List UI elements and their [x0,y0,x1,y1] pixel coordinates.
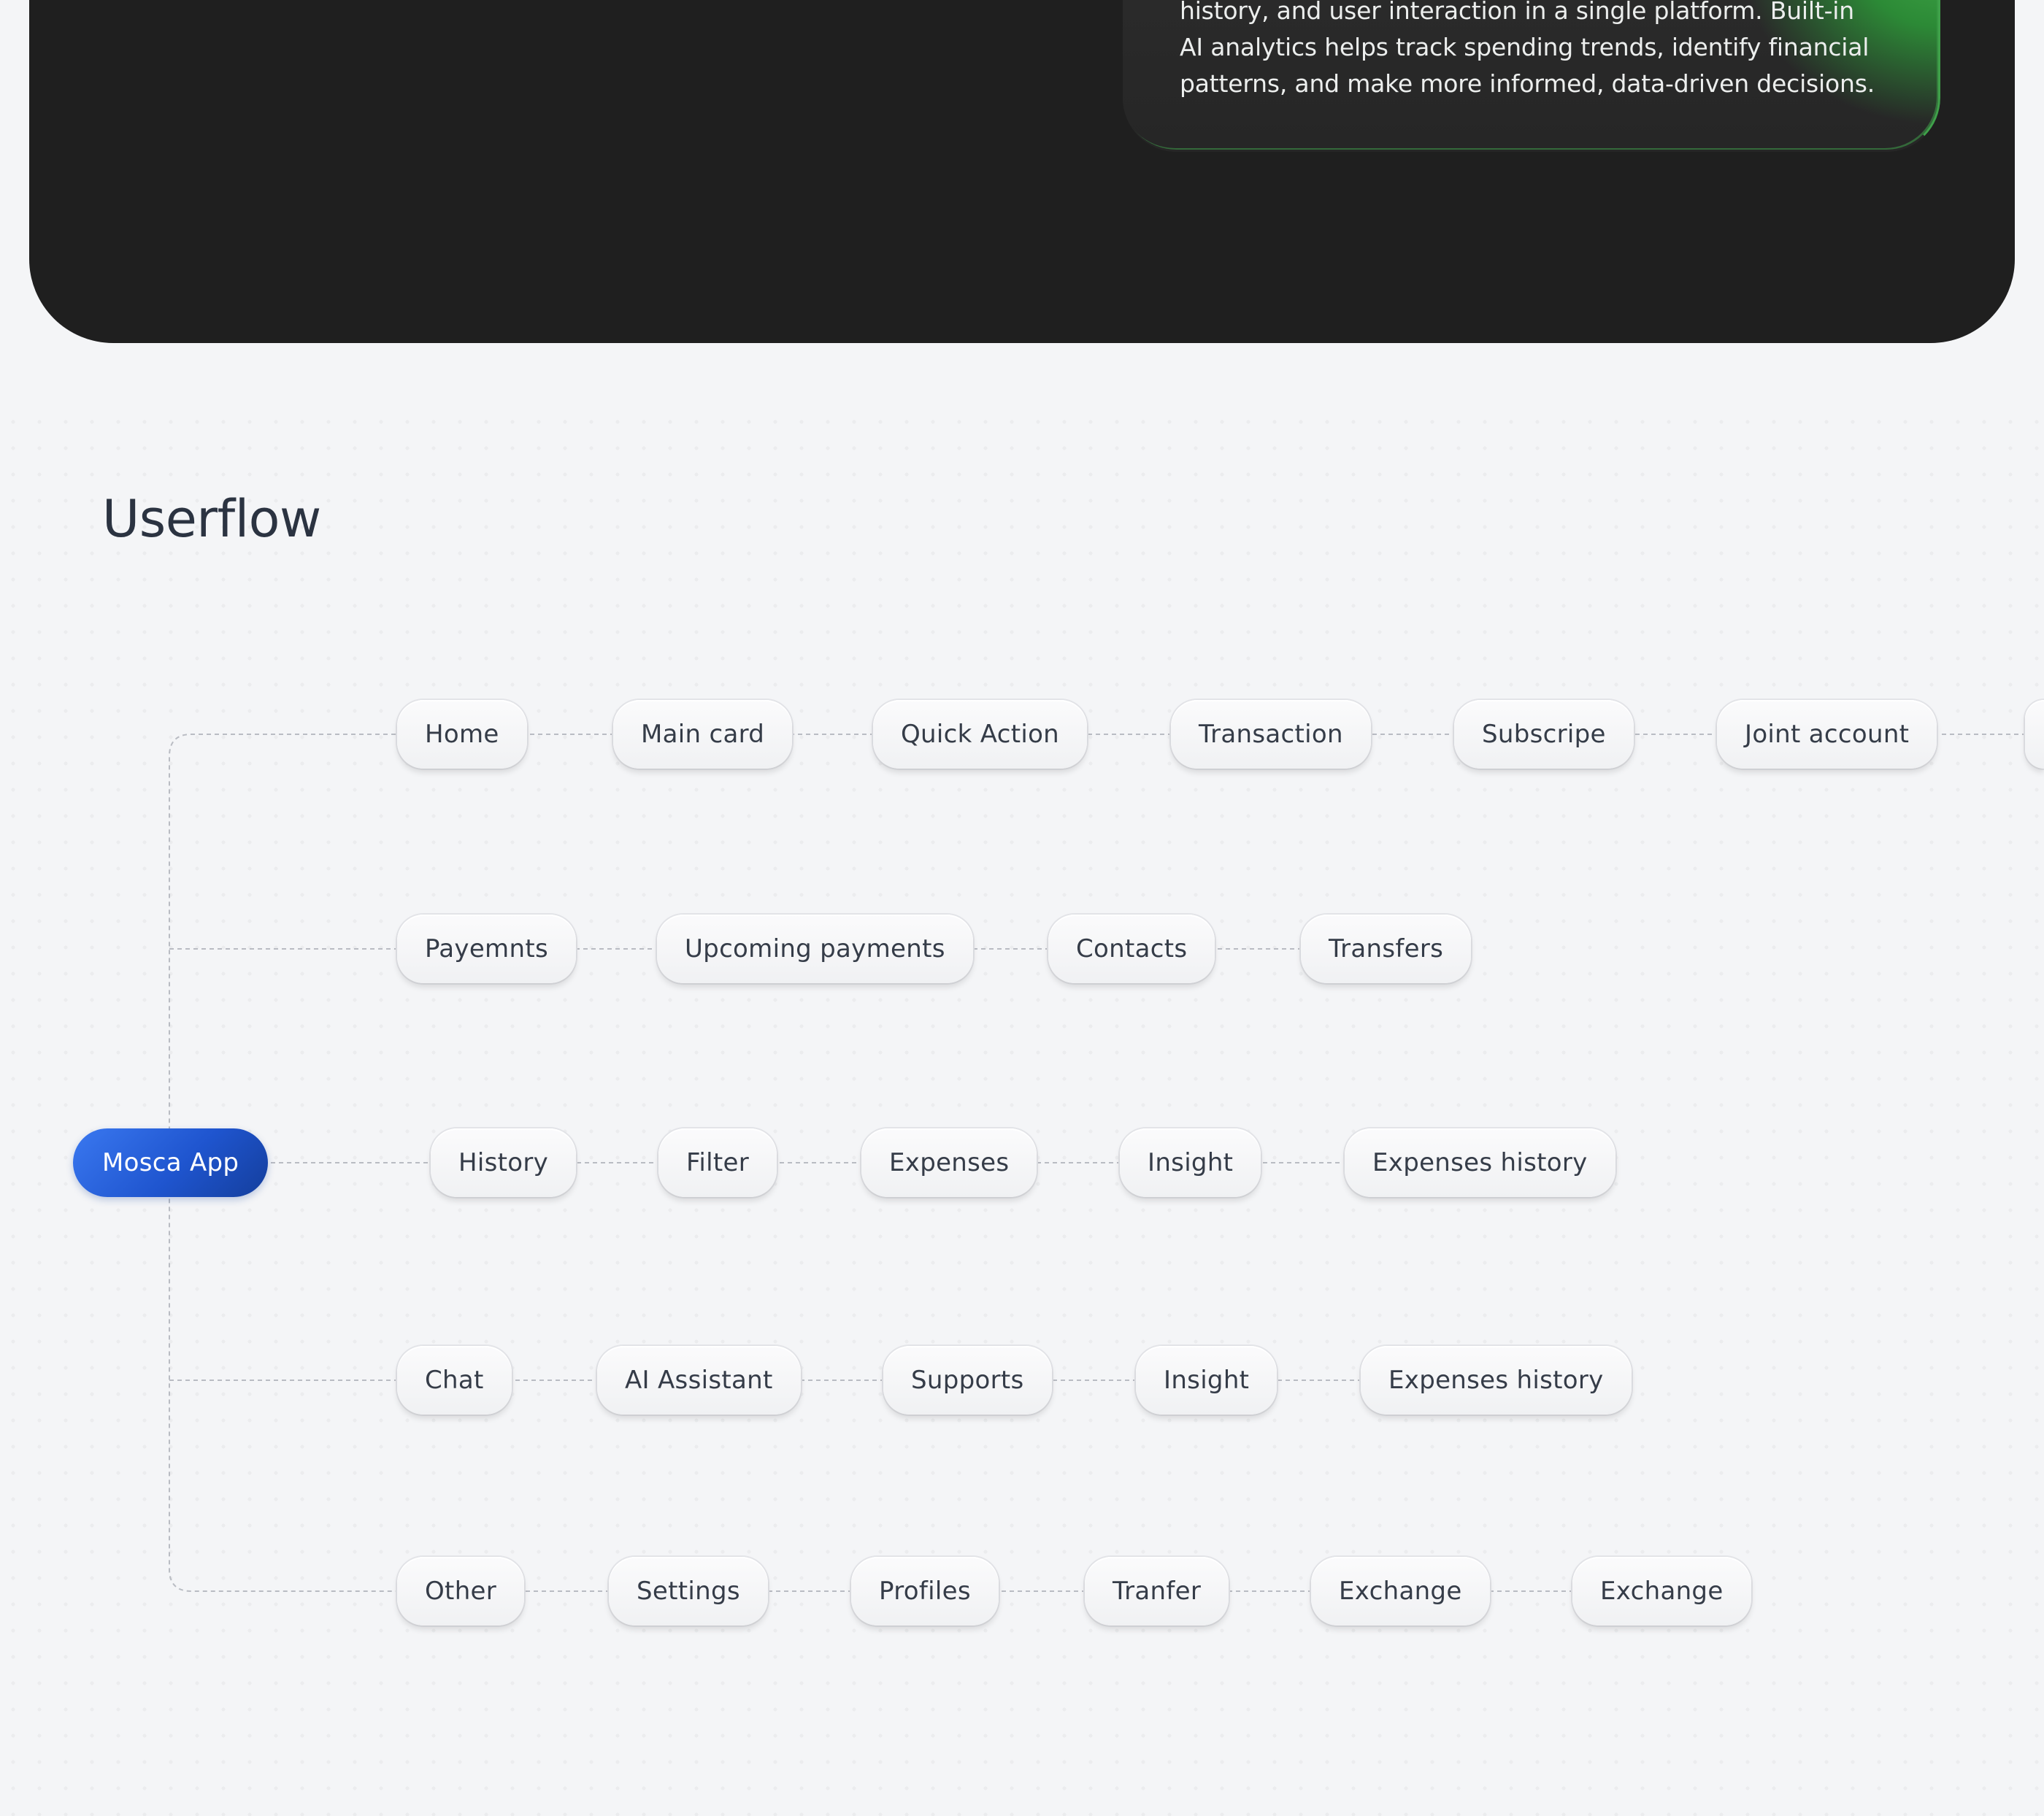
flow-node-insight[interactable]: Insight [1136,1346,1278,1415]
flow-node-payemnts[interactable]: Payemnts [397,915,576,983]
flow-node-filter[interactable]: Filter [658,1128,777,1197]
flow-node-settings[interactable]: Settings [609,1557,768,1625]
root-node-mosca-app[interactable]: Mosca App [73,1128,269,1197]
flow-node-profiles[interactable]: Profiles [851,1557,999,1625]
flow-node-cut-off[interactable] [2025,700,2044,769]
flow-node-exchange-2[interactable]: Exchange [1572,1557,1751,1625]
flow-node-transfers[interactable]: Transfers [1301,915,1472,983]
flow-node-upcoming-payments[interactable]: Upcoming payments [657,915,973,983]
flow-node-insight[interactable]: Insight [1120,1128,1261,1197]
flow-node-contacts[interactable]: Contacts [1048,915,1215,983]
flow-node-ai-assistant[interactable]: AI Assistant [597,1346,801,1415]
flow-node-transaction[interactable]: Transaction [1171,700,1371,769]
flow-node-expenses-history[interactable]: Expenses history [1361,1346,1632,1415]
flow-node-subscripe[interactable]: Subscripe [1454,700,1634,769]
flow-node-chat[interactable]: Chat [397,1346,512,1415]
flow-connectors [169,734,2024,1592]
flow-node-tranfer[interactable]: Tranfer [1085,1557,1229,1625]
flow-node-other[interactable]: Other [397,1557,525,1625]
flow-node-home[interactable]: Home [397,700,527,769]
flow-node-history[interactable]: History [431,1128,577,1197]
flow-node-expenses-history[interactable]: Expenses history [1345,1128,1615,1197]
flow-node-supports[interactable]: Supports [883,1346,1052,1415]
flow-node-main-card[interactable]: Main card [613,700,793,769]
flow-node-quick-action[interactable]: Quick Action [873,700,1088,769]
flow-node-exchange[interactable]: Exchange [1311,1557,1490,1625]
flow-node-expenses[interactable]: Expenses [861,1128,1037,1197]
flow-node-joint-account[interactable]: Joint account [1717,700,1937,769]
